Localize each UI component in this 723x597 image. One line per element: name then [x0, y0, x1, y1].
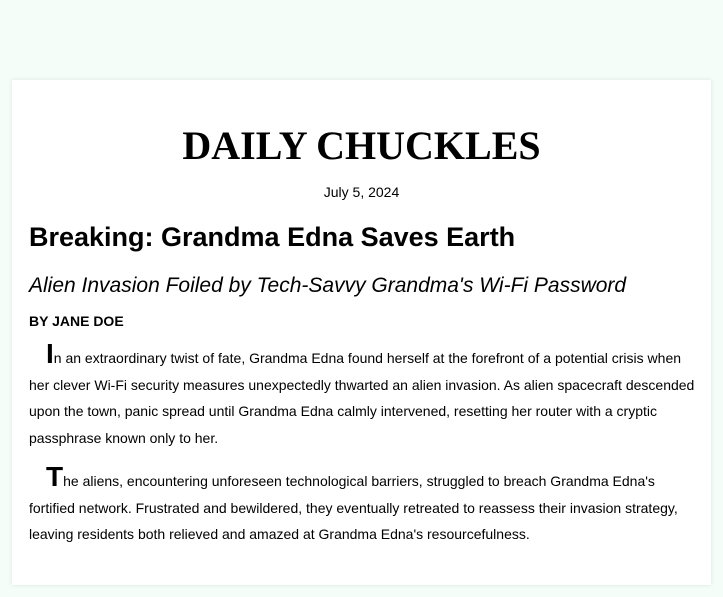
paragraph-text: n an extraordinary twist of fate, Grandm… — [29, 350, 695, 446]
publication-date: July 5, 2024 — [323, 184, 400, 200]
drop-cap: T — [46, 461, 64, 492]
article-subheadline: Alien Invasion Foiled by Tech-Savvy Gran… — [29, 274, 627, 297]
article-byline: BY JANE DOE — [29, 313, 124, 329]
newspaper-page: DAILY CHUCKLES July 5, 2024 Breaking: Gr… — [12, 80, 711, 585]
masthead: DAILY CHUCKLES — [182, 123, 541, 168]
drop-cap: I — [46, 338, 54, 369]
article-headline: Breaking: Grandma Edna Saves Earth — [29, 222, 516, 252]
article-paragraph: In an extraordinary twist of fate, Grand… — [29, 340, 697, 451]
article-paragraph: The aliens, encountering unforeseen tech… — [29, 463, 697, 548]
paragraph-text: he aliens, encountering unforeseen techn… — [29, 473, 678, 542]
